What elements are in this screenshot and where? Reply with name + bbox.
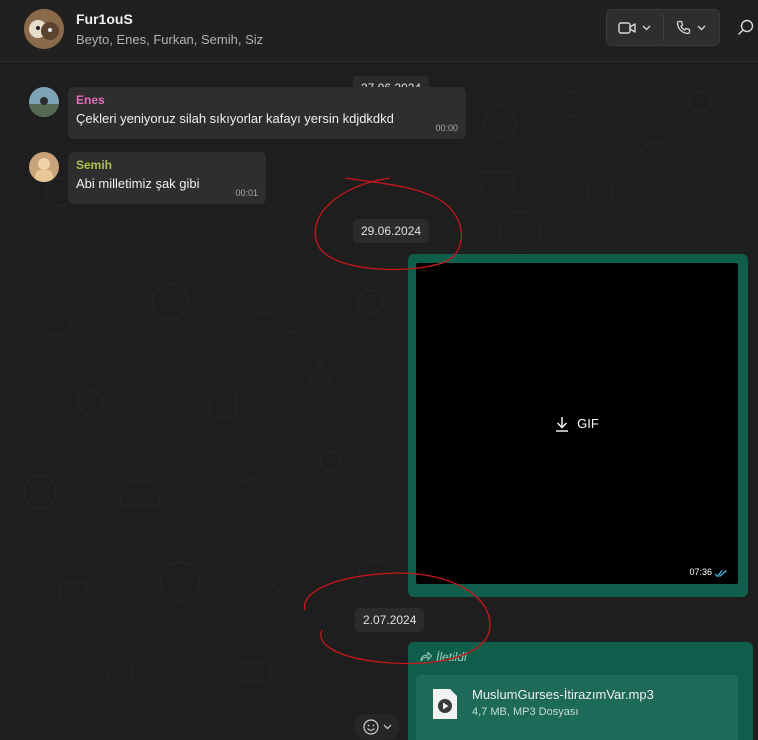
message-text: Çekleri yeniyoruz silah sıkıyorlar kafay… [76, 111, 394, 126]
file-details: 4,7 MB, MP3 Dosyası [472, 706, 579, 718]
message-sender[interactable]: Semih [76, 158, 112, 172]
gif-download-button[interactable]: GIF [416, 263, 738, 584]
message-text: Abi milletimiz şak gibi [76, 176, 200, 191]
smiley-icon [362, 719, 379, 735]
message-time: 00:00 [435, 123, 458, 133]
video-camera-icon [618, 21, 636, 34]
phone-icon [677, 20, 691, 35]
message-sender[interactable]: Enes [76, 93, 105, 107]
chat-participants[interactable]: Beyto, Enes, Furkan, Semih, Siz [76, 32, 263, 47]
date-separator: 2.07.2024 [355, 608, 425, 632]
message-time: 00:01 [235, 188, 258, 198]
search-button[interactable] [736, 18, 756, 38]
chevron-down-icon [383, 724, 391, 730]
chevron-down-icon [642, 25, 651, 30]
chat-messages-area[interactable]: 27.06.2024 Enes Çekleri yeniyoruz silah … [0, 62, 758, 740]
gif-preview[interactable]: GIF 07:36 [416, 263, 738, 584]
gif-label: GIF [577, 416, 599, 431]
message-bubble[interactable]: Enes Çekleri yeniyoruz silah sıkıyorlar … [68, 87, 466, 139]
gif-message-bubble[interactable]: GIF 07:36 [408, 254, 748, 597]
forwarded-text: İletildi [436, 650, 467, 664]
avatar[interactable] [29, 87, 59, 117]
search-icon [738, 19, 754, 35]
video-call-button[interactable] [607, 10, 663, 45]
chat-header: Fur1ouS Beyto, Enes, Furkan, Semih, Siz [0, 0, 758, 62]
message-bubble[interactable]: Semih Abi milletimiz şak gibi 00:01 [68, 152, 266, 204]
avatar[interactable] [29, 152, 59, 182]
file-attachment[interactable]: MuslumGurses-İtirazımVar.mp3 4,7 MB, MP3… [416, 675, 738, 740]
read-receipt-icon [714, 570, 727, 578]
chevron-down-icon [697, 25, 706, 30]
chat-title[interactable]: Fur1ouS [76, 11, 133, 27]
forwarded-label: İletildi [420, 650, 467, 664]
reaction-button[interactable] [354, 714, 400, 740]
file-name: MuslumGurses-İtirazımVar.mp3 [472, 687, 654, 702]
call-controls [606, 9, 720, 46]
forwarded-file-message[interactable]: İletildi MuslumGurses-İtirazımVar.mp3 4,… [408, 642, 753, 740]
group-avatar[interactable] [24, 9, 64, 49]
forward-arrow-icon [420, 652, 432, 662]
audio-file-icon [433, 689, 457, 719]
message-time: 07:36 [689, 567, 712, 577]
date-separator: 29.06.2024 [353, 219, 430, 243]
voice-call-button[interactable] [664, 10, 720, 45]
download-icon [556, 416, 569, 432]
